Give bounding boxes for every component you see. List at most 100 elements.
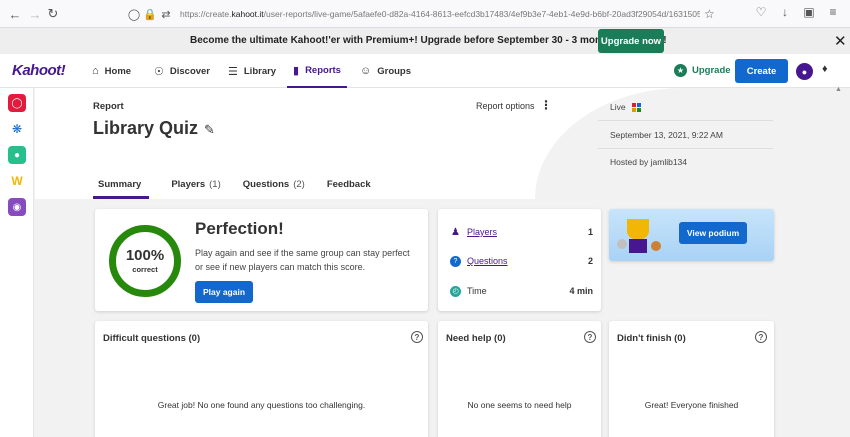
live-icon [631,103,641,113]
upgrade-link[interactable]: ★ Upgrade [674,64,731,77]
stat-players: ♟ Players 1 [450,225,593,239]
time-value: 4 min [569,286,593,296]
help-icon[interactable]: ? [755,331,767,343]
game-host: Hosted by jamlib134 [610,157,688,167]
divider [598,120,773,121]
scroll-up-icon[interactable]: ▲ [835,86,842,93]
game-date: September 13, 2021, 9:22 AM [610,130,723,140]
address-bar[interactable]: ◯ 🔒 ⇄ https://create.kahoot.it/user-repo… [126,3,766,25]
pencil-icon[interactable]: ✎ [204,122,215,138]
page-title: Library Quiz [93,118,199,138]
kahoot-logo[interactable]: Kahoot! [12,62,66,79]
permissions-icon[interactable]: ⇄ [158,8,174,21]
tab-feedback[interactable]: Feedback [327,170,371,199]
correct-percentage-ring: 100% correct [109,225,181,297]
help-icon[interactable]: ? [411,331,423,343]
difficult-questions-card: Difficult questions (0) ? Great job! No … [95,321,428,437]
rail-app-pinwheel-icon[interactable]: ❋ [8,120,26,138]
pocket-icon[interactable]: ♡ [754,5,768,19]
create-button[interactable]: Create [735,59,788,83]
nav-groups[interactable]: ☺ Groups [360,54,411,88]
app-rail: ◯ ❋ ● W ◉ [0,88,34,437]
report-tabs: Summary Players (1) Questions (2) Feedback [93,170,393,199]
card-title: Didn't finish (0) [617,333,686,344]
silver-medal-icon [617,239,627,249]
people-icon: ☺ [360,65,372,77]
tab-players[interactable]: Players (1) [171,170,220,199]
game-mode: Live [610,102,641,113]
bronze-medal-icon [651,241,661,251]
promo-banner: Become the ultimate Kahoot!'er with Prem… [0,28,850,54]
report-options-button[interactable]: Report options [476,101,535,111]
question-icon: ? [450,255,461,267]
url-text[interactable]: https://create.kahoot.it/user-reports/li… [180,9,700,19]
avatar[interactable]: ● [796,63,813,80]
compass-icon: ☉ [154,65,164,78]
card-message: Great job! No one found any questions to… [157,400,366,410]
nav-reports[interactable]: ▮ Reports [287,54,347,88]
game-info-panel: Live September 13, 2021, 9:22 AM Hosted … [598,88,773,173]
time-label: Time [467,286,487,296]
back-icon[interactable]: ← [6,5,24,23]
shield-icon[interactable]: ◯ [126,8,142,21]
nav-discover[interactable]: ☉ Discover [154,54,210,88]
rail-app-robot-icon[interactable]: ● [8,146,26,164]
forward-icon[interactable]: → [26,5,44,23]
report-page: Report Library Quiz ✎ Report options ⋮ L… [35,88,832,437]
report-header: Report Library Quiz ✎ Report options ⋮ L… [35,88,832,199]
correct-label: correct [132,265,158,274]
questions-count: 2 [587,256,593,266]
clock-icon: ◴ [450,285,461,297]
podium-illustration: View podium [609,209,774,261]
bell-icon[interactable]: ♦ [822,63,828,75]
trophy-icon [627,219,649,239]
rail-app-monster-icon[interactable]: ◉ [8,198,26,216]
questions-link[interactable]: Questions [467,256,588,266]
app-header: Kahoot! ⌂ Home ☉ Discover ☰ Library ▮ Re… [0,54,850,88]
stats-card: ♟ Players 1 ? Questions 2 ◴ Time 4 min [438,209,601,311]
bookmark-star-icon[interactable]: ☆ [704,7,715,21]
podium-card: View podium [609,209,774,261]
card-message: No one seems to need help [467,400,572,410]
result-description: Play again and see if the same group can… [195,248,410,272]
nav-library[interactable]: ☰ Library [228,54,276,88]
result-title: Perfection! [195,219,284,238]
stat-questions: ? Questions 2 [450,254,593,268]
card-message: Great! Everyone finished [644,400,739,410]
more-options-icon[interactable]: ⋮ [540,98,552,112]
close-icon[interactable]: ✕ [834,32,847,50]
promo-text: Become the ultimate Kahoot!'er with Prem… [190,35,667,46]
upgrade-now-button[interactable]: Upgrade now [598,29,664,53]
correct-percentage: 100% [125,247,165,264]
chart-icon: ▮ [293,64,300,77]
divider [598,148,773,149]
players-link[interactable]: Players [467,227,588,237]
card-title: Difficult questions (0) [103,333,201,344]
card-title: Need help (0) [446,333,506,344]
podium-base [629,239,647,253]
extensions-icon[interactable]: ▣ [802,5,816,19]
summary-card: 100% correct Perfection! Play again and … [95,209,428,311]
home-icon: ⌂ [92,65,99,77]
view-podium-button[interactable]: View podium [679,222,747,244]
play-again-button[interactable]: Play again [195,281,253,303]
menu-icon[interactable]: ≡ [826,5,840,19]
rail-app-kahoot-icon[interactable]: ◯ [8,94,26,112]
help-icon[interactable]: ? [584,331,596,343]
tab-questions[interactable]: Questions (2) [243,170,305,199]
star-icon: ★ [674,64,687,77]
browser-toolbar: ← → ↻ ◯ 🔒 ⇄ https://create.kahoot.it/use… [0,0,850,28]
report-label: Report [93,101,124,112]
list-icon: ☰ [228,65,238,78]
need-help-card: Need help (0) ? No one seems to need hel… [438,321,601,437]
tab-summary[interactable]: Summary [93,170,150,199]
nav-home[interactable]: ⌂ Home [92,54,131,88]
download-icon[interactable]: ↓ [778,5,792,19]
reload-icon[interactable]: ↻ [44,5,62,23]
lock-icon[interactable]: 🔒 [142,8,158,21]
person-icon: ♟ [451,226,460,238]
didnt-finish-card: Didn't finish (0) ? Great! Everyone fini… [609,321,774,437]
players-count: 1 [587,227,593,237]
stat-time: ◴ Time 4 min [450,284,593,298]
rail-app-w-icon[interactable]: W [8,172,26,190]
